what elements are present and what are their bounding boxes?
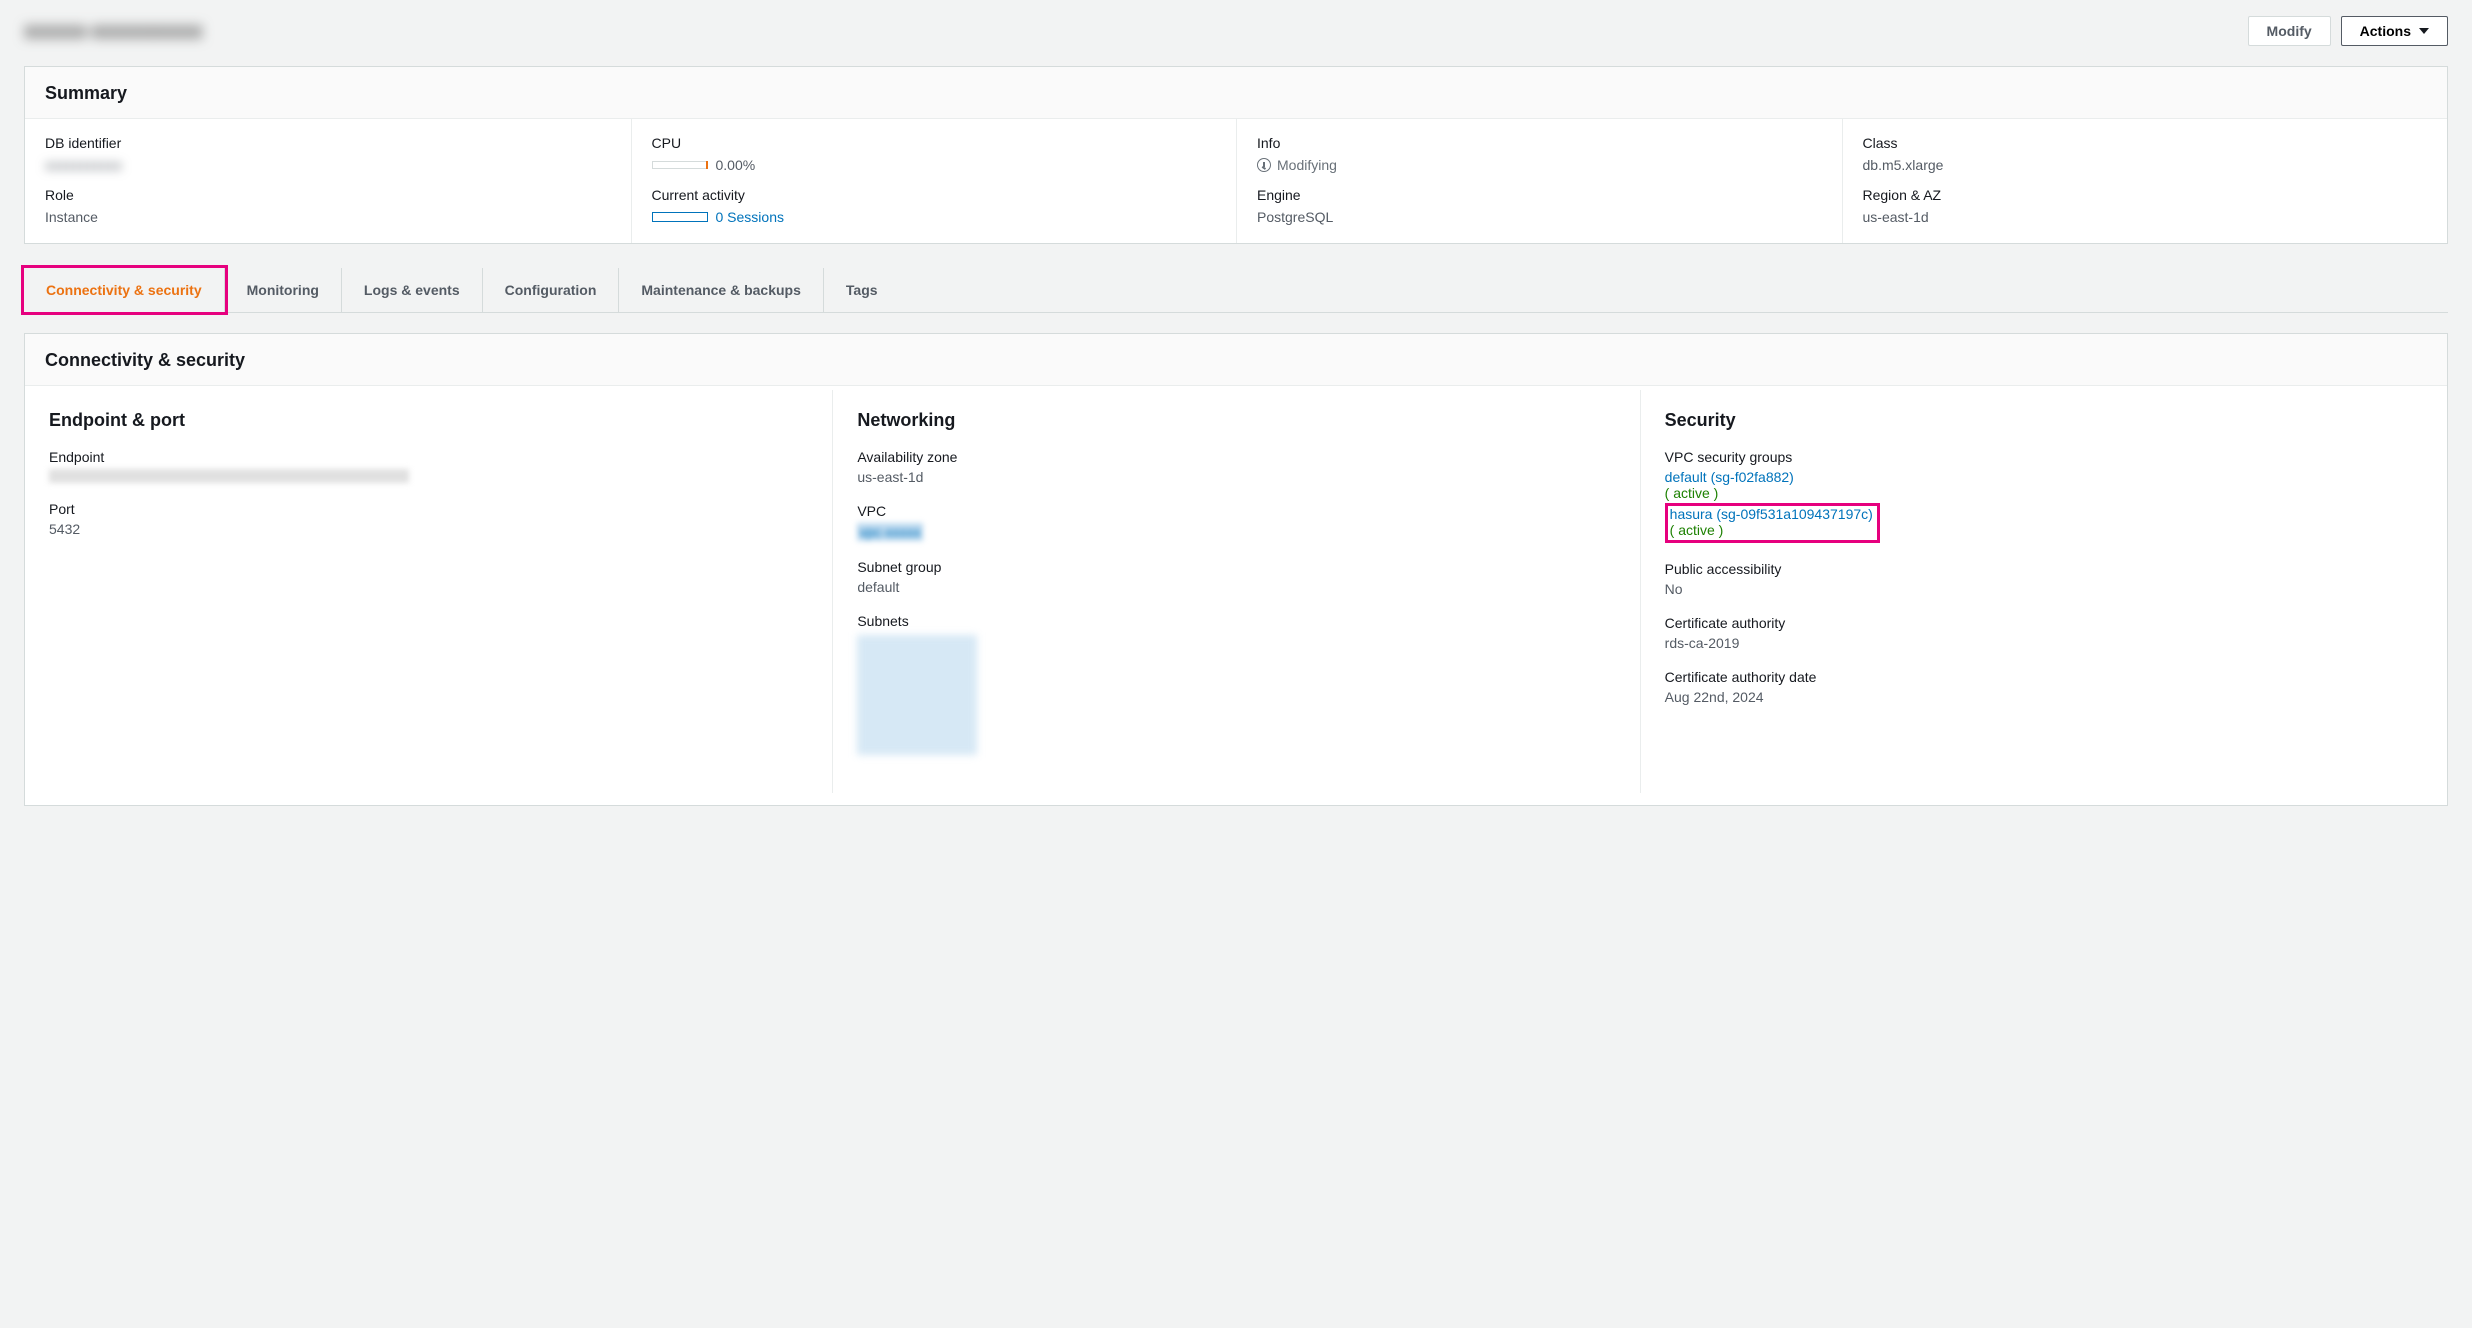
summary-col-1: DB identifier xxxxxxxxxxx Role Instance — [25, 119, 631, 243]
modifying-icon — [1257, 158, 1271, 172]
sessions-link[interactable]: 0 Sessions — [716, 209, 784, 225]
connectivity-grid: Endpoint & port Endpoint Port 5432 Netwo… — [25, 386, 2447, 805]
cpu-bar-icon — [652, 161, 708, 169]
engine-value: PostgreSQL — [1257, 209, 1822, 225]
class-value: db.m5.xlarge — [1863, 157, 2428, 173]
summary-panel: Summary DB identifier xxxxxxxxxxx Role I… — [24, 66, 2448, 244]
ca-label: Certificate authority — [1665, 615, 2423, 631]
summary-grid: DB identifier xxxxxxxxxxx Role Instance … — [25, 119, 2447, 243]
tab-connectivity[interactable]: Connectivity & security — [24, 268, 225, 312]
networking-column: Networking Availability zone us-east-1d … — [832, 390, 1639, 793]
endpoint-value — [49, 469, 409, 483]
sg-hasura-link[interactable]: hasura (sg-09f531a109437197c) — [1670, 506, 1873, 522]
sg-default-status: ( active ) — [1665, 485, 2423, 501]
connectivity-panel: Connectivity & security Endpoint & port … — [24, 333, 2448, 806]
actions-button[interactable]: Actions — [2341, 16, 2448, 46]
tab-configuration[interactable]: Configuration — [483, 268, 620, 312]
connectivity-heading: Connectivity & security — [45, 350, 2427, 371]
az-label: Availability zone — [857, 449, 1615, 465]
info-label: Info — [1257, 135, 1822, 151]
security-heading: Security — [1665, 410, 2423, 431]
summary-col-3: Info Modifying Engine PostgreSQL — [1236, 119, 1842, 243]
ca-date-label: Certificate authority date — [1665, 669, 2423, 685]
tabs: Connectivity & security Monitoring Logs … — [24, 268, 2448, 313]
top-actions: Modify Actions — [2248, 16, 2448, 46]
tab-logs[interactable]: Logs & events — [342, 268, 483, 312]
tab-tags[interactable]: Tags — [824, 268, 900, 312]
endpoint-port-heading: Endpoint & port — [49, 410, 808, 431]
role-label: Role — [45, 187, 611, 203]
public-access-label: Public accessibility — [1665, 561, 2423, 577]
modify-button[interactable]: Modify — [2248, 16, 2331, 46]
summary-heading: Summary — [45, 83, 2427, 104]
region-label: Region & AZ — [1863, 187, 2428, 203]
port-label: Port — [49, 501, 808, 517]
region-value: us-east-1d — [1863, 209, 2428, 225]
tab-monitoring[interactable]: Monitoring — [225, 268, 342, 312]
tab-maintenance[interactable]: Maintenance & backups — [619, 268, 824, 312]
summary-col-2: CPU 0.00% Current activity 0 Sessions — [631, 119, 1237, 243]
port-value: 5432 — [49, 521, 808, 537]
cpu-value: 0.00% — [716, 157, 756, 173]
actions-label: Actions — [2360, 23, 2411, 39]
ca-value: rds-ca-2019 — [1665, 635, 2423, 651]
summary-header: Summary — [25, 67, 2447, 119]
subnets-list — [857, 635, 977, 755]
endpoint-label: Endpoint — [49, 449, 808, 465]
caret-down-icon — [2419, 28, 2429, 34]
summary-col-4: Class db.m5.xlarge Region & AZ us-east-1… — [1842, 119, 2448, 243]
class-label: Class — [1863, 135, 2428, 151]
subnets-label: Subnets — [857, 613, 1615, 629]
page-title: xxxxx-xxxxxxxxx — [24, 18, 203, 44]
sg-hasura-highlight: hasura (sg-09f531a109437197c) ( active ) — [1665, 503, 1880, 543]
connectivity-header: Connectivity & security — [25, 334, 2447, 386]
subnet-group-value: default — [857, 579, 1615, 595]
ca-date-value: Aug 22nd, 2024 — [1665, 689, 2423, 705]
info-value: Modifying — [1277, 157, 1337, 173]
security-column: Security VPC security groups default (sg… — [1640, 390, 2447, 793]
db-identifier-value: xxxxxxxxxxx — [45, 157, 611, 173]
public-access-value: No — [1665, 581, 2423, 597]
role-value: Instance — [45, 209, 611, 225]
db-identifier-label: DB identifier — [45, 135, 611, 151]
vpc-link[interactable]: vpc-xxxxx — [857, 523, 922, 541]
engine-label: Engine — [1257, 187, 1822, 203]
sessions-bar-icon — [652, 212, 708, 222]
vpc-label: VPC — [857, 503, 1615, 519]
networking-heading: Networking — [857, 410, 1615, 431]
subnet-group-label: Subnet group — [857, 559, 1615, 575]
endpoint-port-column: Endpoint & port Endpoint Port 5432 — [25, 390, 832, 793]
top-bar: xxxxx-xxxxxxxxx Modify Actions — [24, 16, 2448, 46]
sg-hasura-status: ( active ) — [1670, 522, 1873, 538]
az-value: us-east-1d — [857, 469, 1615, 485]
activity-label: Current activity — [652, 187, 1217, 203]
sg-default-link[interactable]: default (sg-f02fa882) — [1665, 469, 1794, 485]
cpu-label: CPU — [652, 135, 1217, 151]
sg-label: VPC security groups — [1665, 449, 2423, 465]
